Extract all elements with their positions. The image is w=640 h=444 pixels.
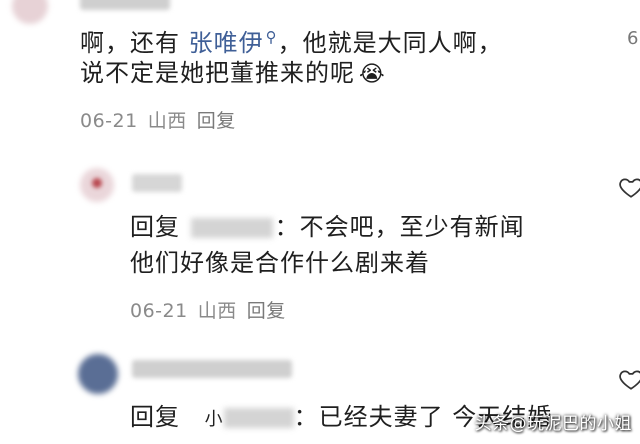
comment-meta: 06-21 山西 回复 [80,106,246,133]
comment-body-line2: 说不定是她把董推来的呢 😭 [80,56,386,92]
reply-target-partial: 小 [204,409,224,430]
reply-location: 山西 [197,300,237,322]
comment-text-after: ，他就是大同人啊， [277,29,503,57]
reply-date: 06-21 [130,300,188,322]
reply-text-line1: ：不会吧，至少有新闻 [274,213,525,241]
like-count-partial: 6 [627,28,639,49]
mention-link[interactable]: 张唯伊 [189,29,264,57]
reply-body: 回复 ：不会吧，至少有新闻 [130,210,525,244]
commenter-avatar[interactable] [12,0,48,24]
reply-button[interactable]: 回复 [197,110,236,132]
comment-location: 山西 [147,110,187,132]
watermark: 头条@玩泥巴的小姐 [474,414,632,434]
reply-text-line2: 他们好像是合作什么剧来着 [130,249,430,277]
reply-avatar[interactable] [78,354,118,394]
reply-body-line2: 他们好像是合作什么剧来着 [130,246,430,280]
reply-meta: 06-21 山西 回复 [130,296,296,323]
comment-body: 啊，还有 张唯伊 ⚲，他就是大同人啊， [80,20,503,60]
comment-date: 06-21 [80,110,138,132]
avatar-decoration [92,178,102,188]
commenter-name-blurred [80,0,170,10]
reply-target-blurred [223,408,294,428]
comment-thread: 6 啊，还有 张唯伊 ⚲，他就是大同人啊， 说不定是她把董推来的呢 😭 06-21 山… [0,0,640,444]
like-heart-icon[interactable] [618,174,640,200]
reply-name-blurred [132,360,292,378]
reply-prefix: 回复 [130,213,180,241]
like-heart-icon[interactable] [618,366,640,392]
comment-text-before: 啊，还有 [80,29,189,57]
reply-button[interactable]: 回复 [247,300,286,322]
crying-emoji-icon: 😭 [359,62,386,87]
search-icon: ⚲ [265,28,278,46]
reply-prefix: 回复 [130,403,180,431]
comment-text-line2: 说不定是她把董推来的呢 [80,59,355,87]
reply-target-blurred [190,218,273,238]
reply-name-blurred [132,174,182,192]
